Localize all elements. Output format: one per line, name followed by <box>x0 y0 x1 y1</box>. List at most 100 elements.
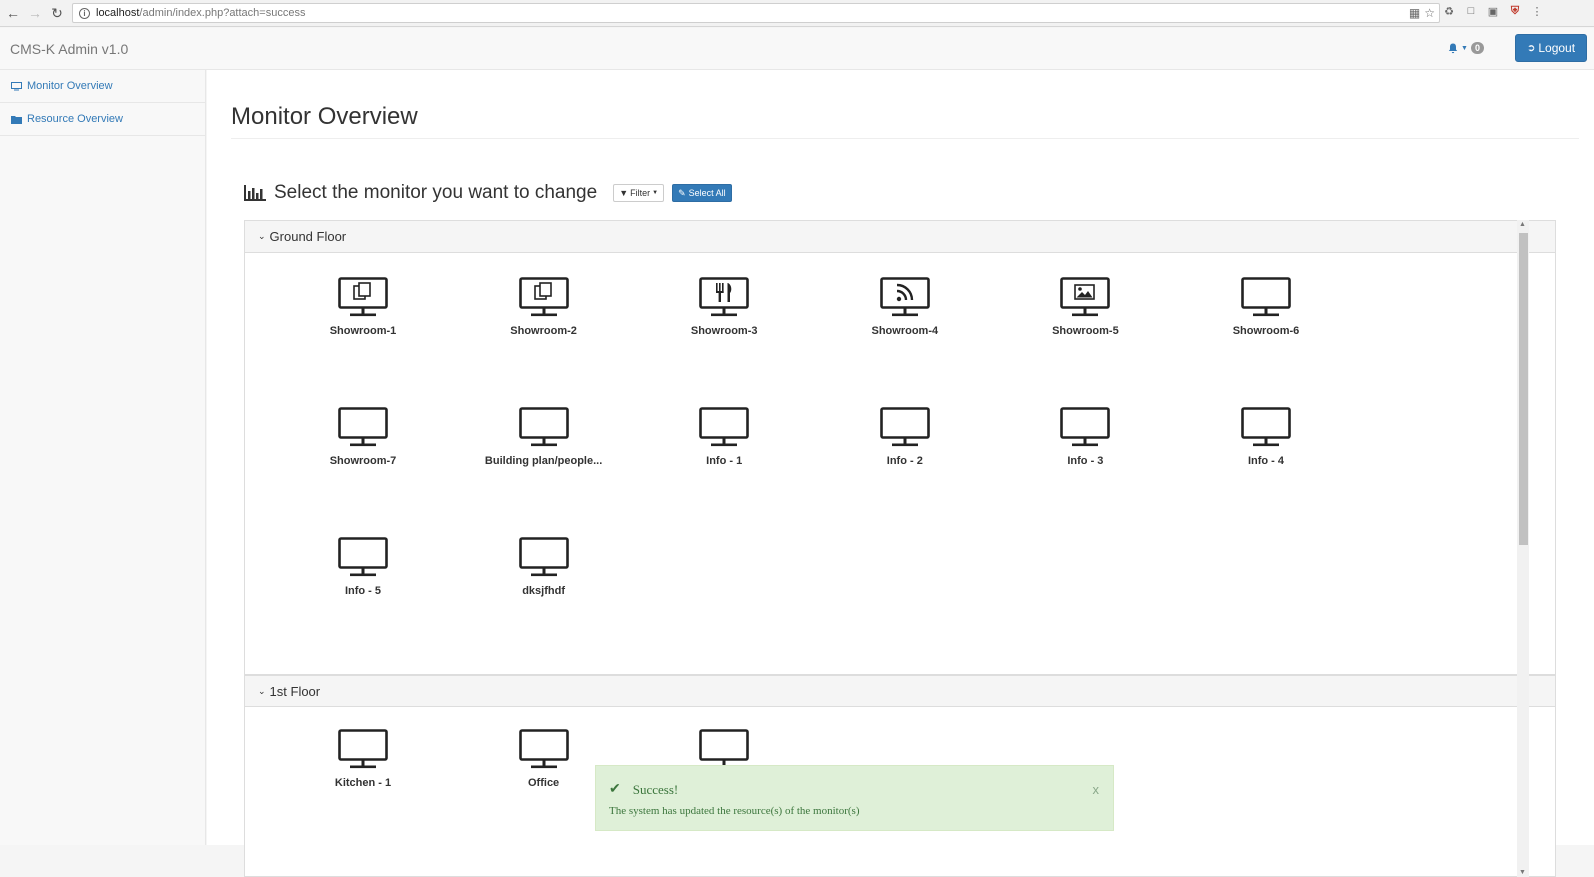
monitor-tile-building-plan-people[interactable]: Building plan/people... <box>479 407 609 467</box>
logout-label: Logout <box>1538 41 1576 55</box>
address-bar[interactable]: i localhost/admin/index.php?attach=succe… <box>72 3 1440 23</box>
monitor-tile-office[interactable]: Office <box>479 729 609 789</box>
monitor-monitor-icon <box>298 407 428 448</box>
group-heading[interactable]: ⌄ 1st Floor <box>245 675 1555 707</box>
monitor-label: Info - 3 <box>1067 455 1104 467</box>
monitor-label: Showroom-6 <box>1232 325 1300 337</box>
success-alert: ✔ Success! The system has updated the re… <box>595 765 1114 831</box>
cutlery-monitor-icon <box>659 277 789 318</box>
filter-label: Filter <box>630 188 651 198</box>
monitor-label: Showroom-7 <box>329 455 397 467</box>
monitor-monitor-icon <box>1020 407 1150 448</box>
scrollbar[interactable]: ▲ ▼ <box>1517 220 1529 877</box>
chevron-down-icon: ⌄ <box>258 685 266 696</box>
folder-icon <box>11 115 22 124</box>
filter-icon: ▼ <box>619 188 629 198</box>
monitor-tile-showroom-6[interactable]: Showroom-6 <box>1201 277 1331 337</box>
sidebar-item-label: Resource Overview <box>27 113 123 125</box>
scroll-up-icon[interactable]: ▲ <box>1519 221 1526 228</box>
monitor-tile-showroom-1[interactable]: Showroom-1 <box>298 277 428 337</box>
monitor-label: Info - 5 <box>344 585 382 597</box>
sign-out-icon: ➲ <box>1526 42 1536 54</box>
monitor-tile-info-1[interactable]: Info - 1 <box>659 407 789 467</box>
back-icon[interactable]: ← <box>2 2 24 24</box>
group-panel-ground-floor: ⌄ Ground Floor Showroom-1 Showroom-2 Showr… <box>245 221 1555 669</box>
monitor-monitor-icon <box>659 407 789 448</box>
close-icon[interactable]: x <box>1093 782 1100 797</box>
copy-monitor-icon <box>298 277 428 318</box>
select-all-button[interactable]: ✎ Select All <box>672 184 732 202</box>
monitor-label: Showroom-3 <box>690 325 758 337</box>
monitor-label: Info - 4 <box>1247 455 1285 467</box>
sidebar-item-label: Monitor Overview <box>27 80 113 92</box>
sidebar-item-monitor-overview[interactable]: Monitor Overview <box>0 70 205 103</box>
section-title: Select the monitor you want to change <box>274 182 598 203</box>
monitor-tile-info-5[interactable]: Info - 5 <box>298 537 428 597</box>
translate-icon[interactable]: ▦ <box>1409 6 1420 20</box>
monitor-monitor-icon <box>298 729 428 770</box>
filter-dropdown-button[interactable]: ▼ Filter ▼ <box>613 184 665 202</box>
monitor-tile-kitchen-1[interactable]: Kitchen - 1 <box>298 729 428 789</box>
monitor-label: Info - 2 <box>886 455 923 467</box>
sidebar: Monitor Overview Resource Overview <box>0 70 206 845</box>
monitor-monitor-icon <box>840 407 970 448</box>
browser-toolbar: ← → ↻ i localhost/admin/index.php?attach… <box>0 0 1594 27</box>
monitor-label: Showroom-2 <box>510 325 577 337</box>
monitor-label: Info - 1 <box>706 455 743 467</box>
monitor-monitor-icon <box>1201 277 1331 318</box>
monitor-label: Office <box>528 777 560 789</box>
monitor-tile-showroom-3[interactable]: Showroom-3 <box>659 277 789 337</box>
section-header: Select the monitor you want to change ▼ … <box>244 182 732 204</box>
url-path: /admin/index.php?attach=success <box>139 7 306 19</box>
extension-recycle-icon[interactable]: ♻ <box>1442 4 1456 18</box>
page-title: Monitor Overview <box>231 103 418 130</box>
monitor-tile-showroom-4[interactable]: Showroom-4 <box>840 277 970 337</box>
extension-cast-icon[interactable]: □ <box>1464 4 1478 18</box>
notifications-dropdown[interactable]: ▼ 0 <box>1448 42 1484 54</box>
monitor-tile-showroom-5[interactable]: Showroom-5 <box>1020 277 1150 337</box>
monitor-monitor-icon <box>479 407 609 448</box>
app-navbar: CMS-K Admin v1.0 ▼ 0 ➲ Logout <box>0 28 1594 70</box>
alert-title: Success! <box>632 781 679 797</box>
forward-icon[interactable]: → <box>24 2 46 24</box>
monitor-tile-info-3[interactable]: Info - 3 <box>1020 407 1150 467</box>
monitor-monitor-icon <box>1201 407 1331 448</box>
menu-dots-icon[interactable]: ⋮ <box>1530 4 1544 18</box>
group-name: Ground Floor <box>269 229 347 244</box>
monitor-label: Showroom-5 <box>1052 325 1119 337</box>
monitor-monitor-icon <box>479 537 609 578</box>
monitor-tile-info-2[interactable]: Info - 2 <box>840 407 970 467</box>
title-divider <box>231 138 1579 139</box>
monitor-tile-dksjfhdf[interactable]: dksjfhdf <box>479 537 609 597</box>
rss-monitor-icon <box>840 277 970 318</box>
extension-shield-icon[interactable]: ⛨ <box>1508 4 1522 18</box>
monitor-monitor-icon <box>659 729 789 770</box>
monitor-label: Kitchen - 1 <box>334 777 392 789</box>
group-body: Showroom-1 Showroom-2 Showroom-3 Showroom-4… <box>245 253 1555 669</box>
monitor-tile-showroom-2[interactable]: Showroom-2 <box>479 277 609 337</box>
extension-screen-icon[interactable]: ▣ <box>1486 4 1500 18</box>
checkmark-icon: ✔ <box>609 782 621 797</box>
brand-title[interactable]: CMS-K Admin v1.0 <box>10 41 128 57</box>
pencil-icon: ✎ <box>678 187 686 198</box>
caret-down-icon: ▼ <box>652 190 659 196</box>
monitor-label: Building plan/people... <box>484 455 603 467</box>
notification-badge: 0 <box>1470 42 1484 54</box>
monitor-label: Showroom-4 <box>871 325 939 337</box>
reload-icon[interactable]: ↻ <box>46 2 68 24</box>
monitor-monitor-icon <box>298 537 428 578</box>
monitor-tile-info-4[interactable]: Info - 4 <box>1201 407 1331 467</box>
bookmark-star-icon[interactable]: ☆ <box>1424 6 1435 20</box>
main-content: Monitor Overview Select the monitor you … <box>207 70 1594 877</box>
monitor-monitor-icon <box>479 729 609 770</box>
monitor-label: dksjfhdf <box>522 585 565 597</box>
info-icon[interactable]: i <box>79 7 90 19</box>
sidebar-item-resource-overview[interactable]: Resource Overview <box>0 103 205 136</box>
logout-button[interactable]: ➲ Logout <box>1515 34 1587 62</box>
copy-monitor-icon <box>479 277 609 318</box>
group-heading[interactable]: ⌄ Ground Floor <box>245 221 1555 253</box>
monitor-tile-showroom-7[interactable]: Showroom-7 <box>298 407 428 467</box>
scroll-thumb[interactable] <box>1519 233 1528 545</box>
group-name: 1st Floor <box>269 683 321 699</box>
scroll-down-icon[interactable]: ▼ <box>1519 869 1526 876</box>
